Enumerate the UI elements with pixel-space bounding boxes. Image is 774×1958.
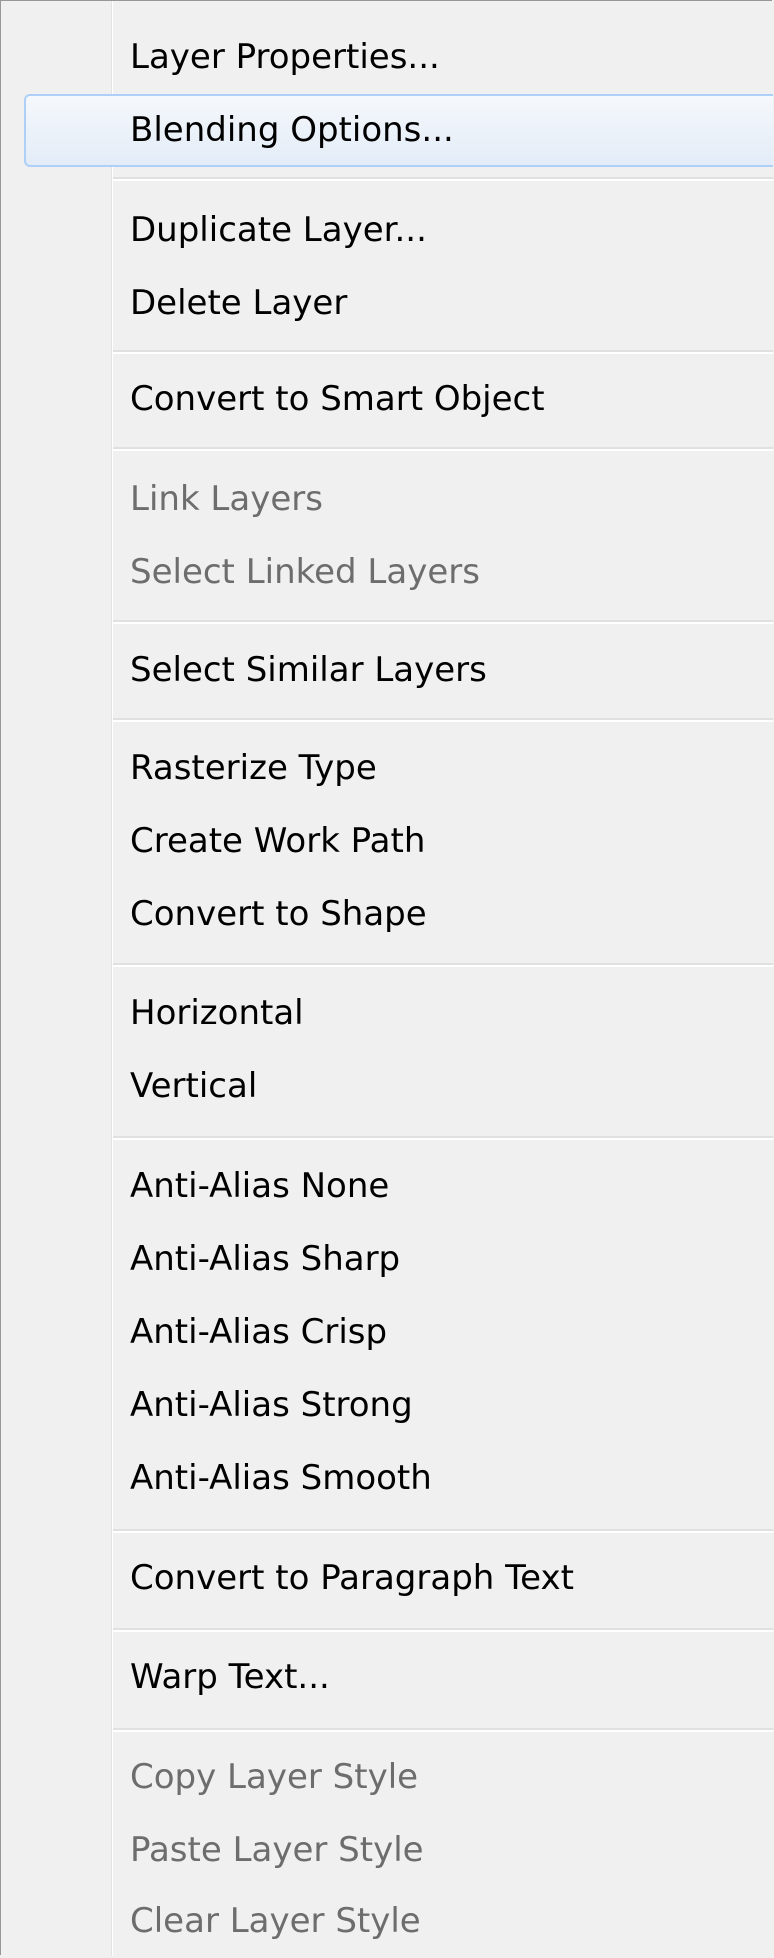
menu-item-label: Anti-Alias Crisp bbox=[130, 1312, 388, 1352]
menu-item-label: Anti-Alias Smooth bbox=[130, 1458, 432, 1498]
menu-item-label: Convert to Shape bbox=[130, 894, 427, 934]
menu-item-label: Warp Text... bbox=[130, 1657, 330, 1697]
menu-item-duplicate-layer[interactable]: Duplicate Layer... bbox=[1, 194, 773, 267]
menu-separator bbox=[113, 350, 773, 354]
menu-item-label: Rasterize Type bbox=[130, 748, 377, 788]
menu-item-convert-to-shape[interactable]: Convert to Shape bbox=[1, 878, 773, 951]
menu-item-label: Paste Layer Style bbox=[130, 1830, 424, 1870]
menu-item-label: Anti-Alias None bbox=[130, 1166, 390, 1206]
menu-item-anti-alias-smooth[interactable]: Anti-Alias Smooth bbox=[1, 1442, 773, 1515]
menu-item-label: Link Layers bbox=[130, 479, 323, 519]
menu-separator bbox=[113, 447, 773, 451]
menu-item-anti-alias-none[interactable]: Anti-Alias None bbox=[1, 1150, 773, 1223]
menu-separator bbox=[113, 620, 773, 624]
menu-item-label: Anti-Alias Sharp bbox=[130, 1239, 401, 1279]
menu-separator bbox=[113, 1628, 773, 1632]
menu-item-label: Convert to Paragraph Text bbox=[130, 1558, 574, 1598]
menu-item-link-layers: Link Layers bbox=[1, 463, 773, 536]
menu-item-label: Horizontal bbox=[130, 993, 304, 1033]
menu-item-label: Copy Layer Style bbox=[130, 1757, 419, 1797]
menu-item-copy-layer-style: Copy Layer Style bbox=[1, 1741, 773, 1814]
menu-item-label: Duplicate Layer... bbox=[130, 210, 427, 250]
menu-item-anti-alias-crisp[interactable]: Anti-Alias Crisp bbox=[1, 1296, 773, 1369]
menu-item-rasterize-type[interactable]: Rasterize Type bbox=[1, 732, 773, 805]
menu-item-convert-to-paragraph-text[interactable]: Convert to Paragraph Text bbox=[1, 1542, 773, 1615]
menu-separator bbox=[113, 1728, 773, 1732]
menu-item-delete-layer[interactable]: Delete Layer bbox=[1, 267, 773, 340]
menu-item-label: Delete Layer bbox=[130, 283, 348, 323]
menu-item-horizontal[interactable]: Horizontal bbox=[1, 977, 773, 1050]
menu-item-label: Layer Properties... bbox=[130, 37, 440, 77]
menu-item-select-similar-layers[interactable]: Select Similar Layers bbox=[1, 634, 773, 707]
menu-item-label: Select Linked Layers bbox=[130, 552, 480, 592]
menu-item-clear-layer-style: Clear Layer Style bbox=[1, 1885, 773, 1958]
menu-item-label: Anti-Alias Strong bbox=[130, 1385, 413, 1425]
menu-item-paste-layer-style: Paste Layer Style bbox=[1, 1814, 773, 1887]
layer-context-menu: Layer Properties... Blending Options... … bbox=[0, 0, 773, 1958]
menu-separator bbox=[113, 1529, 773, 1533]
menu-separator bbox=[113, 177, 773, 181]
menu-item-warp-text[interactable]: Warp Text... bbox=[1, 1641, 773, 1714]
menu-item-label: Convert to Smart Object bbox=[130, 379, 545, 419]
menu-item-vertical[interactable]: Vertical bbox=[1, 1050, 773, 1123]
menu-separator bbox=[113, 1136, 773, 1140]
menu-item-convert-to-smart-object[interactable]: Convert to Smart Object bbox=[1, 363, 773, 436]
menu-separator bbox=[113, 963, 773, 967]
menu-item-create-work-path[interactable]: Create Work Path bbox=[1, 805, 773, 878]
menu-item-label: Select Similar Layers bbox=[130, 650, 487, 690]
menu-item-select-linked-layers: Select Linked Layers bbox=[1, 536, 773, 609]
menu-separator bbox=[113, 718, 773, 722]
menu-item-anti-alias-strong[interactable]: Anti-Alias Strong bbox=[1, 1369, 773, 1442]
menu-item-label: Blending Options... bbox=[130, 110, 454, 150]
menu-item-label: Create Work Path bbox=[130, 821, 426, 861]
menu-item-layer-properties[interactable]: Layer Properties... bbox=[1, 21, 773, 94]
menu-item-label: Clear Layer Style bbox=[130, 1901, 421, 1941]
menu-item-blending-options[interactable]: Blending Options... bbox=[24, 94, 773, 167]
menu-item-label: Vertical bbox=[130, 1066, 258, 1106]
menu-item-anti-alias-sharp[interactable]: Anti-Alias Sharp bbox=[1, 1223, 773, 1296]
